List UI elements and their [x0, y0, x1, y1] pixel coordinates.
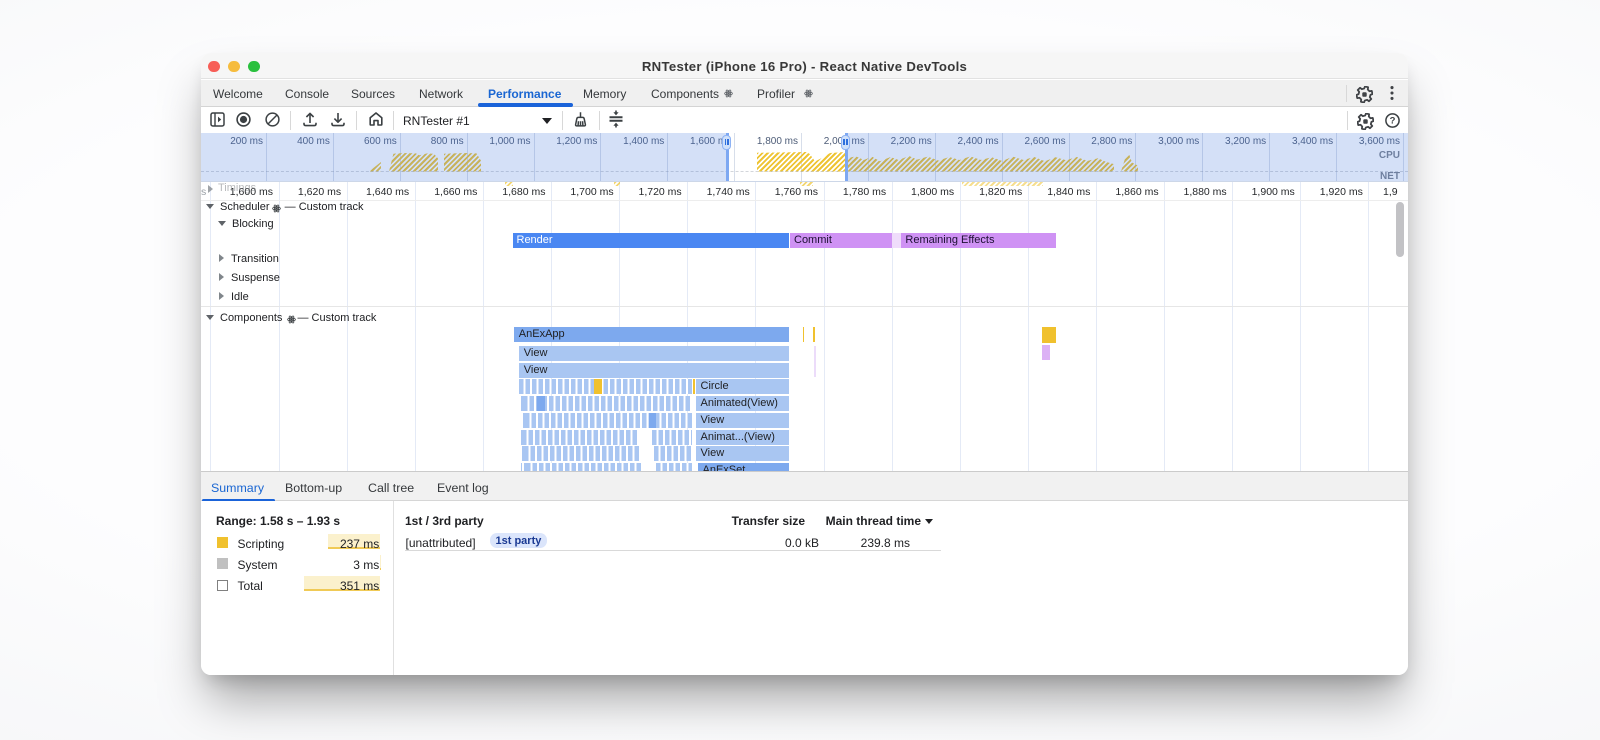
svg-text:?: ? — [1389, 116, 1395, 127]
